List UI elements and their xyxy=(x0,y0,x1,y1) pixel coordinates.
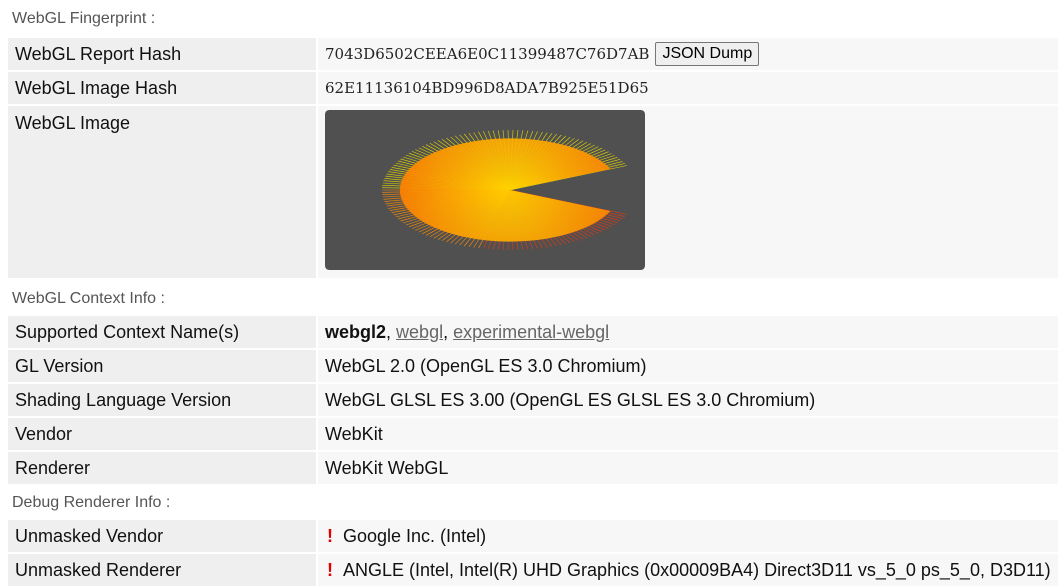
warning-icon: ! xyxy=(327,525,333,546)
gl-version-value: WebGL 2.0 (OpenGL ES 3.0 Chromium) xyxy=(318,350,1058,382)
warning-icon: ! xyxy=(327,559,333,580)
webgl-image-label: WebGL Image xyxy=(8,106,316,278)
context-webgl-link[interactable]: webgl xyxy=(396,322,443,343)
unmasked-renderer-label: Unmasked Renderer xyxy=(8,554,316,586)
context-row-vendor: Vendor WebKit xyxy=(8,418,1058,450)
unmasked-renderer-cell: ! ANGLE (Intel, Intel(R) UHD Graphics (0… xyxy=(318,554,1058,586)
context-separator: , xyxy=(443,321,449,342)
image-hash-row: WebGL Image Hash 62E11136104BD996D8ADA7B… xyxy=(8,72,1058,104)
renderer-value: WebKit WebGL xyxy=(318,452,1058,484)
context-row-gl-version: GL Version WebGL 2.0 (OpenGL ES 3.0 Chro… xyxy=(8,350,1058,382)
context-webgl2: webgl2 xyxy=(325,321,387,342)
debug-row-unmasked-renderer: Unmasked Renderer ! ANGLE (Intel, Intel(… xyxy=(8,554,1058,586)
webgl-render-image xyxy=(325,110,645,270)
vendor-label: Vendor xyxy=(8,418,316,450)
debug-renderer-section-title: Debug Renderer Info : xyxy=(12,494,171,511)
shading-language-value: WebGL GLSL ES 3.00 (OpenGL ES GLSL ES 3.… xyxy=(318,384,1058,416)
unmasked-vendor-cell: ! Google Inc. (Intel) xyxy=(318,520,1058,552)
unmasked-renderer-value: ANGLE (Intel, Intel(R) UHD Graphics (0x0… xyxy=(343,559,1051,580)
vendor-value: WebKit xyxy=(318,418,1058,450)
unmasked-vendor-label: Unmasked Vendor xyxy=(8,520,316,552)
webgl-image-row: WebGL Image xyxy=(8,106,1058,278)
supported-contexts-cell: webgl2, webgl, experimental-webgl xyxy=(318,316,1058,348)
json-dump-button[interactable]: JSON Dump xyxy=(655,42,760,66)
context-separator: , xyxy=(386,321,392,342)
context-row-shading-language: Shading Language Version WebGL GLSL ES 3… xyxy=(8,384,1058,416)
webgl-context-section-title: WebGL Context Info : xyxy=(12,290,165,307)
gl-version-label: GL Version xyxy=(8,350,316,382)
report-hash-value: 7043D6502CEEA6E0C11399487C76D7AB xyxy=(325,45,650,63)
report-hash-row: WebGL Report Hash 7043D6502CEEA6E0C11399… xyxy=(8,38,1058,70)
report-hash-cell: 7043D6502CEEA6E0C11399487C76D7AB JSON Du… xyxy=(318,38,1058,70)
shading-language-label: Shading Language Version xyxy=(8,384,316,416)
renderer-label: Renderer xyxy=(8,452,316,484)
webgl-image-cell xyxy=(318,106,1058,278)
webgl-fingerprint-section-title: WebGL Fingerprint : xyxy=(12,10,156,27)
debug-row-unmasked-vendor: Unmasked Vendor ! Google Inc. (Intel) xyxy=(8,520,1058,552)
image-hash-value: 62E11136104BD996D8ADA7B925E51D65 xyxy=(325,79,649,97)
context-row-renderer: Renderer WebKit WebGL xyxy=(8,452,1058,484)
image-hash-cell: 62E11136104BD996D8ADA7B925E51D65 xyxy=(318,72,1058,104)
unmasked-vendor-value: Google Inc. (Intel) xyxy=(343,525,487,546)
context-row-supported: Supported Context Name(s) webgl2, webgl,… xyxy=(8,316,1058,348)
image-hash-label: WebGL Image Hash xyxy=(8,72,316,104)
context-experimental-webgl-link[interactable]: experimental-webgl xyxy=(453,322,609,343)
supported-contexts-label: Supported Context Name(s) xyxy=(8,316,316,348)
report-hash-label: WebGL Report Hash xyxy=(8,38,316,70)
